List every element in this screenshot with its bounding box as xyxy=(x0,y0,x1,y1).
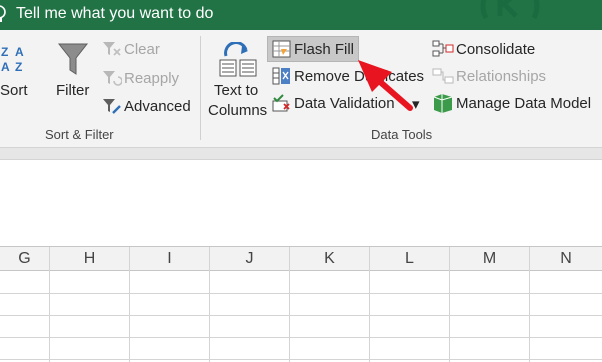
annotation-arrow xyxy=(358,60,413,111)
